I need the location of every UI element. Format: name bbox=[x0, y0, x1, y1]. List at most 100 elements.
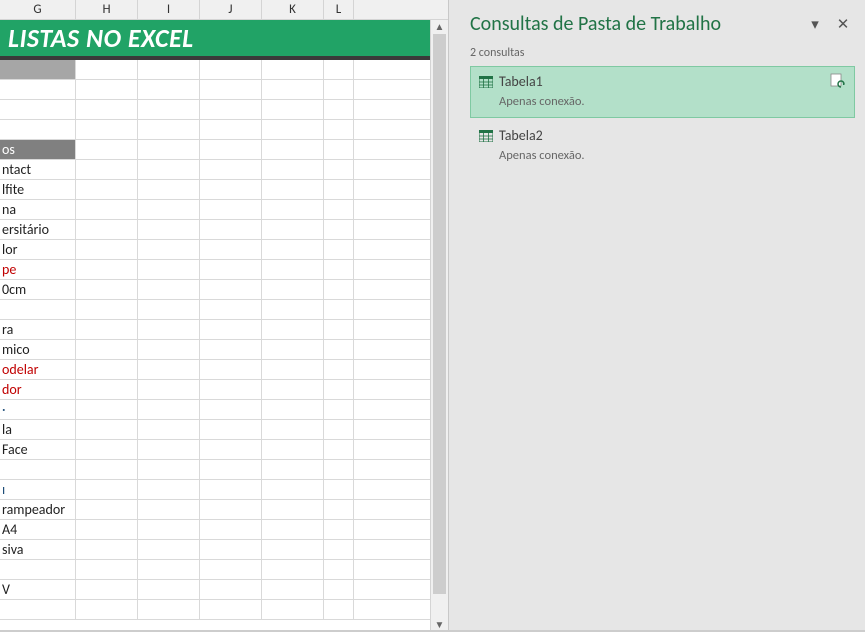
cell[interactable] bbox=[76, 340, 138, 359]
cell[interactable]: pe bbox=[0, 260, 76, 279]
cell[interactable]: la bbox=[0, 420, 76, 439]
cell[interactable] bbox=[200, 500, 262, 519]
cell[interactable] bbox=[200, 200, 262, 219]
cell[interactable]: dor bbox=[0, 380, 76, 399]
cell[interactable] bbox=[76, 540, 138, 559]
cell[interactable] bbox=[76, 220, 138, 239]
cell[interactable] bbox=[76, 600, 138, 619]
scrollbar-thumb[interactable] bbox=[433, 34, 446, 594]
cell[interactable] bbox=[262, 560, 324, 579]
cell[interactable] bbox=[200, 420, 262, 439]
cell[interactable] bbox=[200, 560, 262, 579]
cell[interactable] bbox=[262, 180, 324, 199]
cell[interactable] bbox=[324, 580, 354, 599]
cell[interactable] bbox=[76, 560, 138, 579]
cell[interactable] bbox=[324, 100, 354, 119]
cell[interactable] bbox=[138, 340, 200, 359]
cell[interactable] bbox=[138, 360, 200, 379]
cell[interactable] bbox=[200, 380, 262, 399]
cell[interactable] bbox=[138, 180, 200, 199]
cell[interactable] bbox=[262, 200, 324, 219]
cell[interactable] bbox=[138, 580, 200, 599]
col-header-g[interactable]: G bbox=[0, 0, 76, 19]
cell[interactable] bbox=[76, 580, 138, 599]
cell[interactable] bbox=[138, 540, 200, 559]
cell[interactable] bbox=[0, 600, 76, 619]
cell[interactable]: na bbox=[0, 200, 76, 219]
cell[interactable] bbox=[262, 580, 324, 599]
cell[interactable] bbox=[262, 60, 324, 79]
cell[interactable] bbox=[76, 60, 138, 79]
cell[interactable] bbox=[0, 300, 76, 319]
cell[interactable] bbox=[76, 440, 138, 459]
query-item-tabela2[interactable]: Tabela2 Apenas conexão. bbox=[470, 120, 855, 172]
cell[interactable] bbox=[324, 160, 354, 179]
cell[interactable] bbox=[200, 140, 262, 159]
cell[interactable] bbox=[76, 80, 138, 99]
cell[interactable] bbox=[200, 240, 262, 259]
cell[interactable] bbox=[0, 460, 76, 479]
cell[interactable] bbox=[138, 240, 200, 259]
cell[interactable] bbox=[76, 280, 138, 299]
cell[interactable]: V bbox=[0, 580, 76, 599]
cell[interactable] bbox=[200, 120, 262, 139]
cell[interactable] bbox=[262, 460, 324, 479]
cell[interactable] bbox=[324, 600, 354, 619]
cell[interactable]: ra bbox=[0, 320, 76, 339]
cell[interactable] bbox=[200, 480, 262, 499]
cell[interactable] bbox=[262, 220, 324, 239]
cell[interactable] bbox=[262, 600, 324, 619]
cell[interactable] bbox=[324, 300, 354, 319]
cell[interactable] bbox=[262, 320, 324, 339]
cell[interactable] bbox=[262, 340, 324, 359]
vertical-scrollbar[interactable]: ▲ ▼ bbox=[430, 20, 448, 632]
cell[interactable] bbox=[138, 120, 200, 139]
cell[interactable] bbox=[324, 120, 354, 139]
cell[interactable] bbox=[200, 580, 262, 599]
cell[interactable]: odelar bbox=[0, 360, 76, 379]
cell[interactable] bbox=[138, 300, 200, 319]
cell[interactable]: ı bbox=[0, 480, 76, 499]
cell[interactable] bbox=[200, 520, 262, 539]
col-header-i[interactable]: I bbox=[138, 0, 200, 19]
cell[interactable] bbox=[200, 60, 262, 79]
cell[interactable] bbox=[138, 100, 200, 119]
cell[interactable] bbox=[0, 100, 76, 119]
cell[interactable] bbox=[200, 160, 262, 179]
cell[interactable] bbox=[324, 420, 354, 439]
cell[interactable] bbox=[262, 260, 324, 279]
cell[interactable] bbox=[262, 540, 324, 559]
cell[interactable]: lor bbox=[0, 240, 76, 259]
cell[interactable] bbox=[200, 260, 262, 279]
cell[interactable] bbox=[138, 400, 200, 419]
close-icon[interactable]: ✕ bbox=[831, 12, 855, 36]
cell[interactable] bbox=[262, 280, 324, 299]
cell[interactable] bbox=[324, 480, 354, 499]
cell[interactable] bbox=[76, 320, 138, 339]
pane-menu-icon[interactable]: ▾ bbox=[803, 12, 827, 36]
cell[interactable] bbox=[200, 280, 262, 299]
cell[interactable] bbox=[324, 60, 354, 79]
cell[interactable] bbox=[324, 240, 354, 259]
refresh-icon[interactable] bbox=[830, 73, 846, 89]
col-header-l[interactable]: L bbox=[324, 0, 354, 19]
cell[interactable] bbox=[200, 220, 262, 239]
cell[interactable] bbox=[76, 500, 138, 519]
cell[interactable] bbox=[138, 520, 200, 539]
cell[interactable] bbox=[324, 360, 354, 379]
cell[interactable] bbox=[324, 180, 354, 199]
cell[interactable] bbox=[262, 380, 324, 399]
cell[interactable] bbox=[138, 500, 200, 519]
cell[interactable] bbox=[324, 340, 354, 359]
cell[interactable] bbox=[324, 460, 354, 479]
cell[interactable] bbox=[76, 120, 138, 139]
cell[interactable]: 0cm bbox=[0, 280, 76, 299]
cell[interactable] bbox=[324, 560, 354, 579]
cell[interactable] bbox=[324, 200, 354, 219]
query-item-tabela1[interactable]: Tabela1 Apenas conexão. bbox=[470, 66, 855, 118]
cell[interactable] bbox=[138, 220, 200, 239]
cell[interactable] bbox=[324, 540, 354, 559]
cell[interactable] bbox=[138, 560, 200, 579]
cell[interactable] bbox=[76, 300, 138, 319]
cell[interactable]: rampeador bbox=[0, 500, 76, 519]
